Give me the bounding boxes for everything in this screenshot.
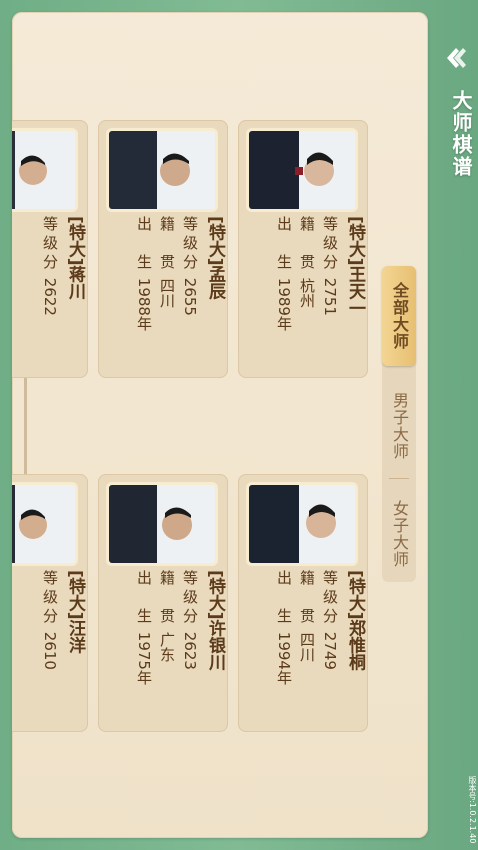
player-info: [特大]汪洋 等级分 2610 xyxy=(12,566,88,730)
born-label: 出 生 xyxy=(135,570,153,627)
player-info: [特大]孟辰 等级分 2655 籍 贯 四川 出 生 1988年 xyxy=(98,212,228,376)
player-info: [特大]许银川 等级分 2623 籍 贯 广东 出 生 1975年 xyxy=(98,566,228,730)
rating-value: 2623 xyxy=(181,631,199,670)
born-label: 出 生 xyxy=(275,216,293,273)
player-photo xyxy=(246,482,358,566)
born-value: 1988年 xyxy=(135,277,153,331)
native-label: 籍 贯 xyxy=(298,570,316,627)
rating-label: 等级分 xyxy=(41,570,59,627)
born-value: 1975年 xyxy=(135,631,153,685)
player-card[interactable]: [特大]蒋川 等级分 2622 xyxy=(12,120,88,378)
player-photo xyxy=(106,128,218,212)
born-label: 出 生 xyxy=(275,570,293,627)
rating-label: 等级分 xyxy=(181,570,199,627)
born-value: 1989年 xyxy=(275,277,293,331)
version-label: 版本号:1.0.2.1.40 xyxy=(468,776,477,844)
tab-male-masters[interactable]: 男子大师 xyxy=(382,376,416,476)
rating-value: 2655 xyxy=(181,277,199,316)
back-arrow-icon[interactable] xyxy=(442,44,470,72)
rating-value: 2622 xyxy=(41,277,59,316)
tab-female-masters[interactable]: 女子大师 xyxy=(382,484,416,584)
player-card[interactable]: [特大]王天一 等级分 2751 籍 贯 杭州 出 生 1989年 xyxy=(238,120,368,378)
content-panel: [特大]王天一 等级分 2751 籍 贯 杭州 出 生 1989年 [特大]孟辰… xyxy=(12,12,428,838)
player-name: [特大]蒋川 xyxy=(65,216,85,300)
player-name: [特大]孟辰 xyxy=(205,216,225,300)
rating-value: 2610 xyxy=(41,631,59,670)
player-photo xyxy=(12,128,78,212)
native-label: 籍 贯 xyxy=(158,570,176,627)
rating-label: 等级分 xyxy=(181,216,199,273)
native-value: 杭州 xyxy=(298,277,316,308)
player-photo xyxy=(12,482,78,566)
born-label: 出 生 xyxy=(135,216,153,273)
player-name: [特大]汪洋 xyxy=(65,570,85,654)
native-label: 籍 贯 xyxy=(158,216,176,273)
rating-label: 等级分 xyxy=(41,216,59,273)
rating-value: 2751 xyxy=(321,277,339,316)
native-value: 广东 xyxy=(158,631,176,662)
player-name: [特大]郑惟桐 xyxy=(345,570,365,671)
rating-label: 等级分 xyxy=(321,216,339,273)
rating-value: 2749 xyxy=(321,631,339,670)
tab-bar: 全部大师 男子大师 女子大师 xyxy=(382,266,416,582)
native-label: 籍 贯 xyxy=(298,216,316,273)
player-info: [特大]郑惟桐 等级分 2749 籍 贯 四川 出 生 1994年 xyxy=(238,566,368,730)
page-title: 大师棋谱 xyxy=(449,90,473,178)
player-card[interactable]: [特大]郑惟桐 等级分 2749 籍 贯 四川 出 生 1994年 xyxy=(238,474,368,732)
player-card[interactable]: [特大]许银川 等级分 2623 籍 贯 广东 出 生 1975年 xyxy=(98,474,228,732)
rating-label: 等级分 xyxy=(321,570,339,627)
native-value: 四川 xyxy=(298,631,316,662)
tab-all-masters[interactable]: 全部大师 xyxy=(382,266,416,366)
player-info: [特大]蒋川 等级分 2622 xyxy=(12,212,88,376)
player-name: [特大]许银川 xyxy=(205,570,225,671)
player-photo xyxy=(246,128,358,212)
player-card[interactable]: [特大]孟辰 等级分 2655 籍 贯 四川 出 生 1988年 xyxy=(98,120,228,378)
born-value: 1994年 xyxy=(275,631,293,685)
tab-divider xyxy=(389,478,409,479)
player-photo xyxy=(106,482,218,566)
player-info: [特大]王天一 等级分 2751 籍 贯 杭州 出 生 1989年 xyxy=(238,212,368,376)
player-name: [特大]王天一 xyxy=(345,216,365,317)
native-value: 四川 xyxy=(158,277,176,308)
player-card[interactable]: [特大]汪洋 等级分 2610 xyxy=(12,474,88,732)
